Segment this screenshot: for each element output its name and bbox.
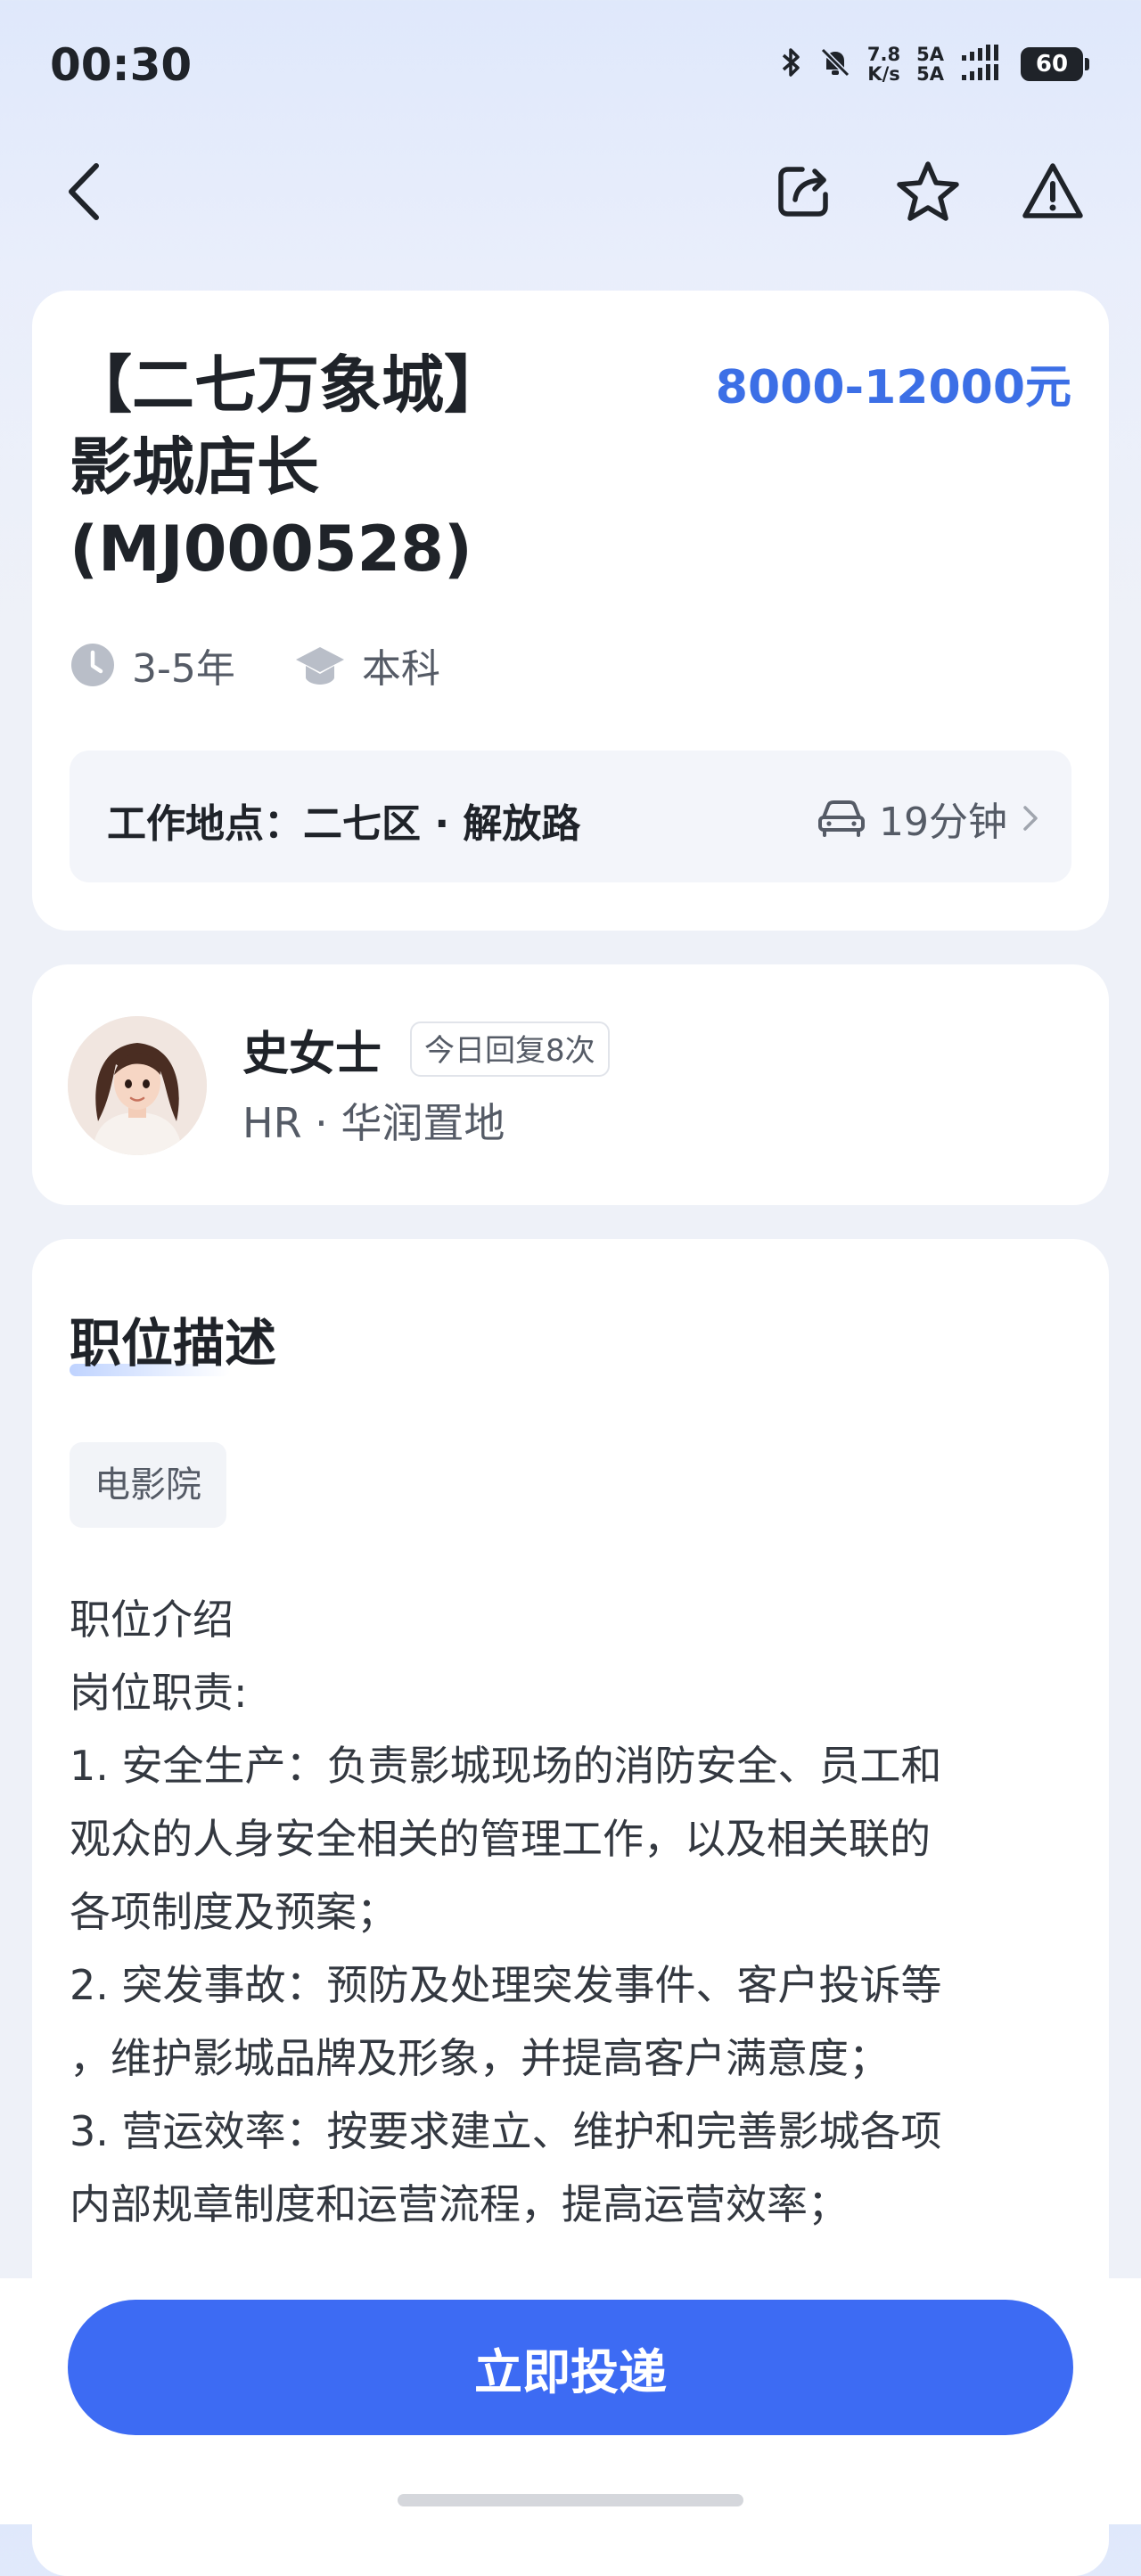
network-speed: 7.8 K/s bbox=[867, 45, 900, 84]
work-location[interactable]: 工作地点：二七区 · 解放路 19分钟 bbox=[70, 751, 1071, 882]
sim1-label: 5A bbox=[916, 44, 944, 65]
chevron-right-icon bbox=[1023, 806, 1038, 831]
signal-labels: 5A 5A bbox=[916, 45, 944, 84]
report-icon bbox=[1022, 163, 1083, 218]
description-line: 内部规章制度和运营流程，提高运营效率； bbox=[70, 2180, 849, 2228]
sim2-label: 5A bbox=[916, 63, 944, 85]
reply-count-badge: 今日回复8次 bbox=[410, 1021, 610, 1077]
signal-bars-icon bbox=[960, 43, 1005, 86]
favorite-button[interactable] bbox=[888, 152, 968, 232]
description-text: 职位介绍 岗位职责: 1. 安全生产：负责影城现场的消防安全、员工和 观众的人身… bbox=[70, 1583, 1077, 2241]
description-line: 1. 安全生产：负责影城现场的消防安全、员工和 bbox=[70, 1742, 942, 1790]
home-indicator[interactable] bbox=[398, 2494, 743, 2506]
hr-name: 史女士 bbox=[242, 1028, 382, 1081]
battery-icon: 60 bbox=[1021, 47, 1089, 81]
job-info-card: 【二七万象城】 影城店长 (MJ000528) 8000-12000元 3-5年… bbox=[32, 291, 1109, 931]
education-text: 本科 bbox=[361, 646, 440, 692]
car-icon bbox=[818, 800, 865, 837]
job-title: 【二七万象城】 影城店长 (MJ000528) bbox=[70, 344, 711, 590]
work-location-text: 工作地点：二七区 · 解放路 bbox=[107, 801, 581, 847]
job-title-line: 影城店长 bbox=[70, 431, 319, 504]
description-line: 3. 营运效率：按要求建立、维护和完善影城各项 bbox=[70, 2107, 942, 2155]
report-button[interactable] bbox=[1013, 152, 1093, 232]
requirements: 3-5年 本科 bbox=[70, 636, 499, 693]
status-time: 00:30 bbox=[50, 39, 193, 91]
network-speed-value: 7.8 bbox=[866, 44, 901, 65]
battery-level: 60 bbox=[1021, 47, 1083, 81]
description-line: 2. 突发事故：预防及处理突发事件、客户投诉等 bbox=[70, 1961, 942, 2009]
apply-button[interactable]: 立即投递 bbox=[68, 2300, 1073, 2435]
network-speed-unit: K/s bbox=[867, 63, 900, 85]
clock-icon bbox=[71, 644, 114, 686]
mute-bell-icon bbox=[819, 46, 851, 82]
experience-text: 3-5年 bbox=[132, 646, 235, 692]
commute-info: 19分钟 bbox=[817, 790, 1041, 847]
status-icons: 7.8 K/s 5A 5A 60 bbox=[780, 43, 1089, 86]
status-bar: 00:30 7.8 K/s 5A 5A 60 bbox=[0, 0, 1141, 143]
avatar bbox=[68, 1016, 207, 1155]
description-line: ，维护影城品牌及形象，并提高客户满意度； bbox=[70, 2034, 890, 2082]
salary: 8000-12000元 bbox=[715, 361, 1071, 414]
hr-card[interactable]: 史女士 今日回复8次 HR · 华润置地 bbox=[32, 964, 1109, 1205]
description-line: 职位介绍 bbox=[70, 1596, 234, 1644]
section-title: 职位描述 bbox=[70, 1313, 277, 1374]
category-tag: 电影院 bbox=[70, 1442, 226, 1528]
job-title-line: 【二七万象城】 bbox=[70, 349, 506, 422]
share-icon bbox=[778, 167, 828, 217]
graduation-cap-icon bbox=[295, 647, 344, 685]
back-button[interactable] bbox=[45, 152, 125, 232]
commute-time: 19分钟 bbox=[879, 800, 1007, 845]
hr-company: HR · 华润置地 bbox=[242, 1099, 505, 1147]
description-line: 各项制度及预案； bbox=[70, 1888, 398, 1936]
bluetooth-icon bbox=[780, 46, 803, 82]
share-button[interactable] bbox=[763, 152, 843, 232]
description-line: 观众的人身安全相关的管理工作，以及相关联的 bbox=[70, 1815, 931, 1863]
bottom-action-bar: 立即投递 bbox=[0, 2278, 1141, 2524]
star-icon bbox=[897, 161, 959, 221]
job-title-line: (MJ000528) bbox=[70, 513, 472, 586]
description-line: 岗位职责: bbox=[70, 1669, 248, 1717]
nav-bar bbox=[0, 152, 1141, 258]
education-requirement: 本科 bbox=[294, 636, 440, 693]
experience-requirement: 3-5年 bbox=[70, 636, 235, 693]
back-icon bbox=[69, 163, 99, 220]
